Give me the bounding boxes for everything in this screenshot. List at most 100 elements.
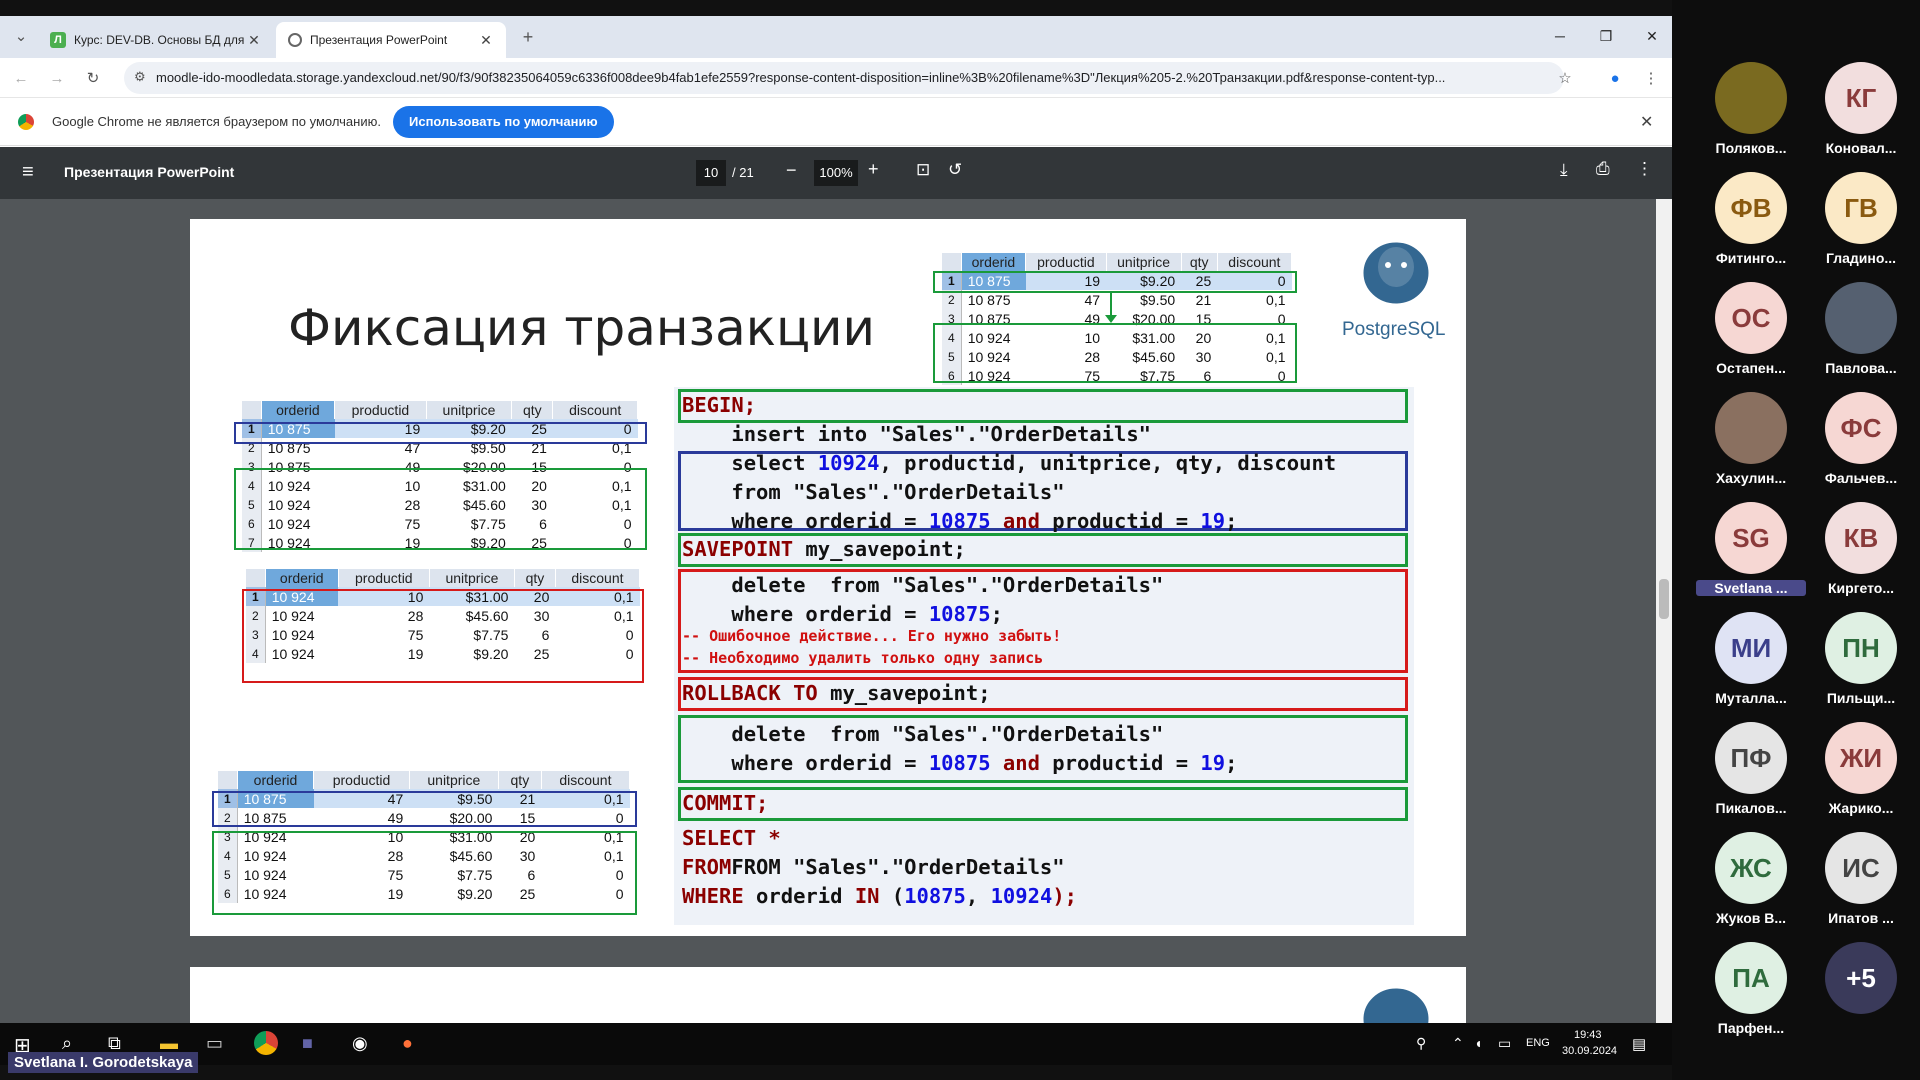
participant-tile[interactable]: ЖС Жуков В... [1696,832,1806,942]
close-icon[interactable]: ✕ [246,32,262,49]
participant-name: Жуков В... [1715,910,1787,926]
participant-tile[interactable]: МИ Муталла... [1696,612,1806,722]
avatar [1825,282,1897,354]
pdf-viewport[interactable]: Фиксация транзакции PostgreSQL orderid pr… [0,199,1672,1039]
language-indicator[interactable]: ENG [1526,1037,1550,1049]
column-header: qty [1181,253,1218,271]
address-bar[interactable]: ⚙ moodle-ido-moodledata.storage.yandexcl… [124,62,1564,94]
slide-page: Фиксация транзакции PostgreSQL orderid pr… [190,219,1466,936]
back-icon[interactable]: ← [10,68,32,90]
fit-page-icon[interactable]: ⊡ [916,160,930,180]
app-icon[interactable]: ◉ [352,1033,368,1054]
terminal-icon[interactable]: ▭ [206,1033,223,1054]
participant-tile[interactable]: +5 [1806,942,1916,1052]
highlight-frame-green [933,323,1297,383]
scrollbar[interactable] [1656,199,1672,1039]
network-icon[interactable]: ▭ [1498,1035,1511,1052]
highlight-frame-green [234,468,647,550]
participant-tile[interactable]: КВ Киргето... [1806,502,1916,612]
page-total: / 21 [732,165,754,180]
set-default-button[interactable]: Использовать по умолчанию [393,106,614,138]
column-header: unitprice [429,569,515,587]
code-select: select 10924, productid, unitprice, qty,… [682,451,1337,475]
participant-tile[interactable]: SG Svetlana ... [1696,502,1806,612]
zoom-input[interactable]: 100% [814,160,858,186]
chrome-taskbar-icon[interactable] [254,1031,278,1055]
zoom-in-button[interactable]: + [868,159,879,180]
participant-tile[interactable]: ОС Остапен... [1696,282,1806,392]
download-icon[interactable]: ⤓ [1560,160,1568,180]
participant-tile[interactable]: Поляков... [1696,62,1806,172]
zoom-out-button[interactable]: − [786,160,797,181]
new-tab-button[interactable]: + [517,26,539,48]
code-where: where orderid = 10875 and productid = 19… [682,509,1238,533]
column-header: productid [334,401,427,419]
participant-tile[interactable]: КГ Коновал... [1806,62,1916,172]
column-header: qty [511,401,554,419]
participant-tile[interactable]: ФВ Фитинго... [1696,172,1806,282]
participant-tile[interactable]: ЖИ Жарико... [1806,722,1916,832]
more-icon[interactable]: ⋮ [1636,159,1653,179]
search-icon[interactable]: ⌕ [62,1033,72,1054]
restore-button[interactable]: ❐ [1586,24,1626,48]
participant-name: Киргето... [1827,580,1895,596]
participant-tile[interactable]: ИС Ипатов ... [1806,832,1916,942]
reload-icon[interactable]: ↻ [82,68,104,90]
tab-course[interactable]: Л Курс: DEV-DB. Основы БД для ✕ [38,22,274,58]
column-header: discount [552,401,638,419]
menu-icon[interactable]: ⋮ [1640,68,1662,90]
code-begin: BEGIN; [682,393,757,417]
site-info-icon[interactable]: ⚙ [134,69,146,85]
code-box-commit [678,787,1408,821]
participant-tile[interactable]: ПА Парфен... [1696,942,1806,1052]
participant-tile[interactable]: ФС Фальчев... [1806,392,1916,502]
tab-presentation[interactable]: Презентация PowerPoint ✕ [276,22,506,58]
column-header: unitprice [426,401,513,419]
participant-tile[interactable]: Хахулин... [1696,392,1806,502]
forward-icon[interactable]: → [46,68,68,90]
minimize-button[interactable]: ─ [1540,24,1580,48]
menu-icon[interactable]: ≡ [22,161,34,184]
print-icon[interactable]: ⎙ [1596,159,1610,179]
code-where-all: WHERE orderid IN (10875, 10924); [682,884,1077,908]
close-icon[interactable]: ✕ [478,32,494,49]
tab-search-icon[interactable]: ⌄ [10,26,32,48]
row-number-header [218,771,238,789]
notifications-icon[interactable]: ▤ [1632,1035,1646,1053]
tray-person-icon[interactable]: ⚲ [1416,1035,1426,1052]
tray-expand-icon[interactable]: ⌃ [1452,1035,1464,1052]
close-icon[interactable]: ✕ [1640,112,1653,132]
column-header: unitprice [409,771,499,789]
rotate-icon[interactable]: ↺ [948,160,962,180]
volume-icon[interactable]: ◖ [1474,1035,1482,1051]
highlight-frame-blue [212,791,637,827]
page-number-input[interactable]: 10 [696,160,726,186]
avatar: +5 [1825,942,1897,1014]
avatar [1715,62,1787,134]
participant-tile[interactable]: Павлова... [1806,282,1916,392]
presenter-name: Svetlana I. Gorodetskaya [8,1052,199,1073]
participant-tile[interactable]: ГВ Гладино... [1806,172,1916,282]
teams-icon[interactable]: ■ [302,1033,313,1054]
file-explorer-icon[interactable]: ▬ [160,1033,178,1054]
participant-name: Ипатов ... [1828,910,1894,926]
column-header: orderid [237,771,315,789]
participant-name: Гладино... [1825,250,1897,266]
firefox-icon[interactable]: ● [402,1033,413,1054]
column-header: qty [514,569,556,587]
close-window-button[interactable]: ✕ [1632,24,1672,48]
participant-tile[interactable]: ПФ Пикалов... [1696,722,1806,832]
scrollbar-thumb[interactable] [1659,579,1669,619]
bookmark-star-icon[interactable]: ☆ [1554,68,1576,90]
participant-tile[interactable]: ПН Пильщи... [1806,612,1916,722]
task-view-icon[interactable]: ⧉ [108,1033,121,1054]
column-header: orderid [261,401,336,419]
code-box-begin [678,389,1408,423]
profile-icon[interactable]: ● [1604,68,1626,90]
url-text: moodle-ido-moodledata.storage.yandexclou… [156,70,1446,85]
participant-name: Хахулин... [1715,470,1787,486]
code-delete2-where: where orderid = 10875 and productid = 19… [682,751,1238,775]
highlight-frame-green [933,271,1297,293]
participant-name: Svetlana ... [1696,580,1806,596]
participant-name: Пикалов... [1715,800,1787,816]
